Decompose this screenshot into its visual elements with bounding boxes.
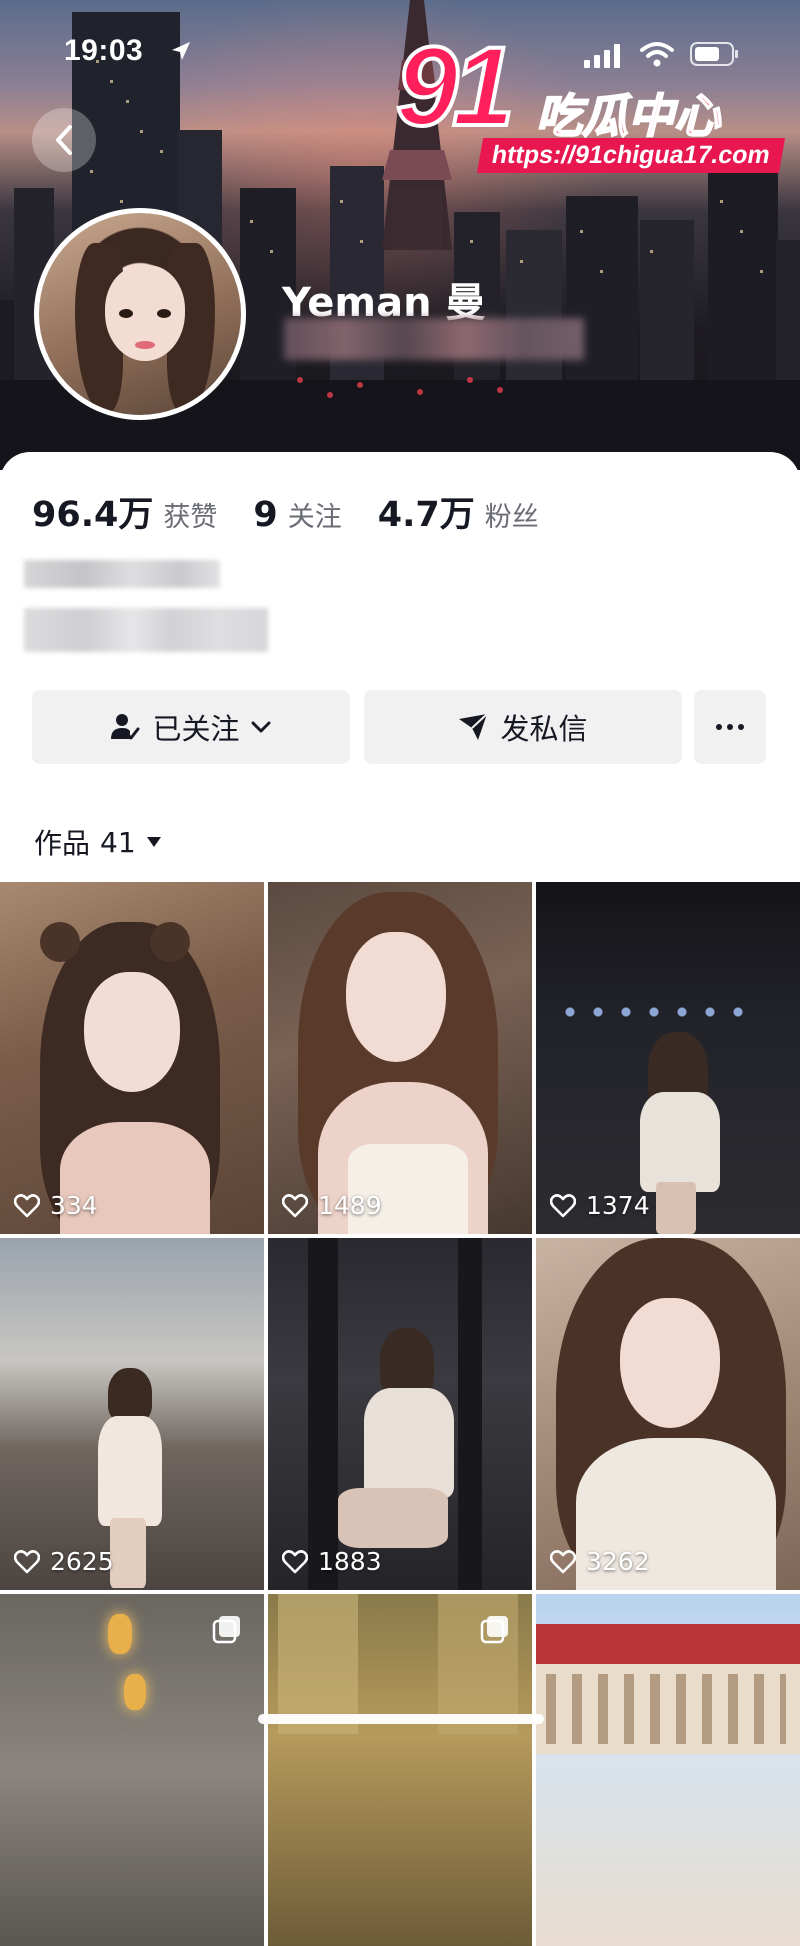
post-tile[interactable] <box>0 1594 264 1946</box>
post-roof <box>536 1624 800 1664</box>
post-windows <box>546 1674 786 1744</box>
followed-button[interactable]: 已关注 <box>32 690 350 764</box>
post-tile[interactable]: 1489 <box>268 882 532 1234</box>
post-like-count: 2625 <box>50 1547 114 1576</box>
multiple-images-icon <box>212 1616 240 1644</box>
watermark-url: https://91chigua17.com <box>476 138 785 173</box>
post-pillar <box>308 1238 338 1590</box>
works-grid: 334 1489 1374 2625 1883 3262 <box>0 882 800 1946</box>
chevron-left-icon <box>56 125 72 155</box>
post-tile[interactable]: 1374 <box>536 882 800 1234</box>
post-like-count: 1883 <box>318 1547 382 1576</box>
post-figure-top <box>348 1144 468 1234</box>
blurred-user-id <box>284 318 584 360</box>
user-check-icon <box>111 714 140 740</box>
chevron-down-icon <box>251 721 270 733</box>
avatar[interactable] <box>34 208 246 420</box>
send-message-label: 发私信 <box>500 712 588 746</box>
multiple-images-icon <box>480 1616 508 1644</box>
heart-icon <box>550 1193 576 1217</box>
post-tile[interactable]: 1883 <box>268 1238 532 1590</box>
more-button[interactable] <box>694 690 766 764</box>
post-tile[interactable]: 3262 <box>536 1238 800 1590</box>
post-figure-body <box>640 1092 720 1192</box>
post-likes: 2625 <box>14 1547 114 1576</box>
post-like-count: 3262 <box>586 1547 650 1576</box>
caret-down-icon <box>146 837 161 847</box>
more-icon <box>716 724 744 730</box>
post-ear <box>150 922 190 962</box>
followed-button-label: 已关注 <box>152 712 240 746</box>
post-figure-body <box>364 1388 454 1498</box>
send-message-button[interactable]: 发私信 <box>364 690 682 764</box>
post-likes: 334 <box>14 1191 98 1220</box>
stat-following-value[interactable]: 9 <box>253 495 277 535</box>
post-screen-panel <box>278 1594 358 1734</box>
blurred-bio-line <box>24 560 220 588</box>
watermark: 91 吃瓜中心 https://91chigua17.com <box>394 22 785 180</box>
heart-icon <box>550 1549 576 1573</box>
post-pillar <box>458 1238 482 1590</box>
watermark-chinese: 吃瓜中心 <box>535 88 721 144</box>
profile-stats: 96.4万 获赞 9 关注 4.7万 粉丝 <box>32 486 575 537</box>
watermark-number: 91 <box>394 22 517 151</box>
profile-cover: 19:03 91 吃瓜中心 https://91chigua17.com Yem… <box>0 0 800 470</box>
status-time: 19:03 <box>64 34 144 67</box>
location-arrow-icon <box>172 42 190 60</box>
heart-icon <box>282 1193 308 1217</box>
post-like-count: 334 <box>50 1191 98 1220</box>
post-likes: 1883 <box>282 1547 382 1576</box>
stat-likes-label: 获赞 <box>163 502 218 533</box>
post-figure-legs <box>338 1488 448 1548</box>
post-tile[interactable] <box>268 1594 532 1946</box>
heart-icon <box>282 1549 308 1573</box>
post-figure-body <box>98 1416 162 1526</box>
heart-icon <box>14 1193 40 1217</box>
tab-works-label: 作品 <box>34 827 91 860</box>
post-tile[interactable] <box>536 1594 800 1946</box>
blurred-bio-line <box>24 608 268 652</box>
post-like-count: 1374 <box>586 1191 650 1220</box>
stat-followers-label[interactable]: 粉丝 <box>485 495 539 534</box>
post-figure-face <box>346 932 446 1062</box>
post-lamp <box>108 1614 132 1654</box>
post-figure-legs <box>110 1518 146 1588</box>
back-button[interactable] <box>32 108 96 172</box>
post-likes: 1489 <box>282 1191 382 1220</box>
heart-icon <box>14 1549 40 1573</box>
post-ear <box>40 922 80 962</box>
post-figure-face <box>620 1298 720 1428</box>
avatar-lip <box>135 341 155 349</box>
post-figure-head <box>108 1368 152 1422</box>
post-likes: 3262 <box>550 1547 650 1576</box>
post-tile[interactable]: 2625 <box>0 1238 264 1590</box>
post-tile[interactable]: 334 <box>0 882 264 1234</box>
post-figure-legs <box>656 1182 696 1234</box>
avatar-eye <box>157 309 171 318</box>
send-icon <box>459 713 489 740</box>
post-lights <box>556 1002 756 1022</box>
home-indicator[interactable] <box>258 1714 544 1724</box>
tab-works-count: 41 <box>100 825 136 859</box>
stat-following-label[interactable]: 关注 <box>288 495 342 534</box>
post-likes: 1374 <box>550 1191 650 1220</box>
post-figure-face <box>84 972 180 1092</box>
stat-followers-value[interactable]: 4.7万 <box>378 486 475 537</box>
stat-likes-value: 96.4万 <box>32 495 154 535</box>
tab-works[interactable]: 作品 41 <box>34 822 162 862</box>
post-like-count: 1489 <box>318 1191 382 1220</box>
avatar-eye <box>119 309 133 318</box>
post-lamp <box>124 1674 146 1710</box>
